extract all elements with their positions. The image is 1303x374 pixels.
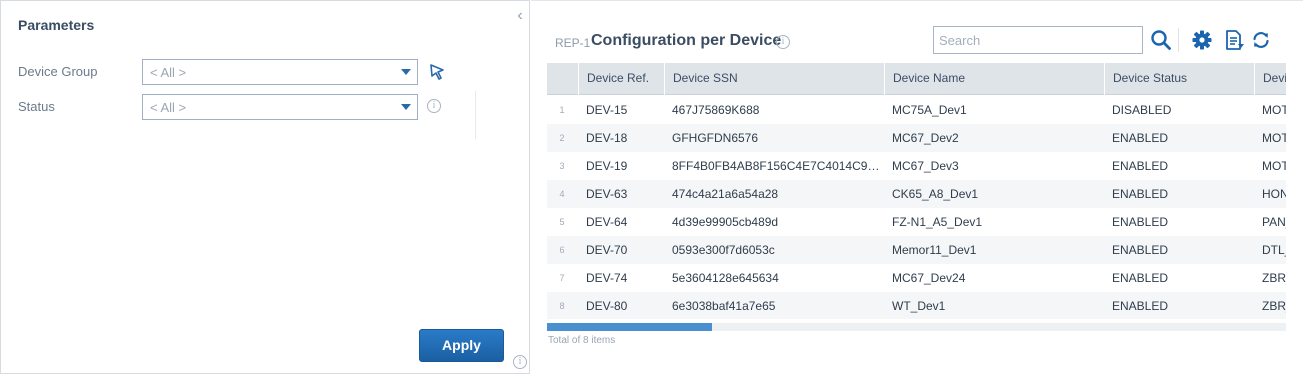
cell-device-ref: DEV-18 — [586, 131, 628, 145]
cell-device-status: ENABLED — [1112, 159, 1169, 173]
cell-device-ref: DEV-64 — [586, 215, 628, 229]
cell-device-extra: MOT — [1262, 131, 1286, 145]
table-row[interactable]: 4 DEV-63 474c4a21a6a54a28 CK65_A8_Dev1 E… — [547, 180, 1286, 208]
row-number: 6 — [559, 245, 565, 255]
device-group-value: < All > — [150, 65, 187, 80]
cell-device-name: Memor11_Dev1 — [892, 243, 977, 257]
report-panel: REP-1 Configuration per Device i Search … — [531, 0, 1303, 374]
cell-device-ssn: 467J75869K688 — [672, 103, 760, 117]
cell-device-status: ENABLED — [1112, 271, 1169, 285]
parameters-title: Parameters — [18, 17, 95, 33]
search-icon[interactable] — [1150, 29, 1172, 51]
table-row[interactable]: 3 DEV-19 8FF4B0FB4AB8F156C4E7C4014C98E..… — [547, 152, 1286, 180]
cell-device-name: MC67_Dev2 — [892, 131, 959, 145]
column-header-device-ssn[interactable]: Device SSN — [664, 63, 884, 95]
row-number-header — [547, 63, 578, 95]
cell-device-extra: ZBR_ — [1262, 299, 1286, 313]
table-row[interactable]: 7 DEV-74 5e3604128e645634 MC67_Dev24 ENA… — [547, 264, 1286, 292]
cell-device-ref: DEV-19 — [586, 159, 628, 173]
collapse-panel-button[interactable]: ‹ — [513, 7, 527, 25]
chevron-left-icon: ‹ — [517, 7, 523, 24]
divider — [475, 91, 476, 139]
cell-device-ssn: 8FF4B0FB4AB8F156C4E7C4014C98E... — [672, 159, 884, 173]
row-number: 8 — [559, 301, 565, 311]
cell-device-ssn: GFHGFDN6576 — [672, 131, 759, 145]
status-info-icon[interactable]: i — [427, 99, 441, 113]
cell-device-ssn: 474c4a21a6a54a28 — [672, 187, 779, 201]
refresh-icon[interactable] — [1250, 29, 1272, 51]
caret-down-icon — [399, 65, 413, 79]
help-info-icon[interactable]: i — [513, 355, 527, 369]
cell-device-name: FZ-N1_A5_Dev1 — [892, 215, 983, 229]
status-select[interactable]: < All > — [142, 94, 418, 120]
cell-device-name: MC67_Dev3 — [892, 159, 959, 173]
caret-down-icon — [399, 100, 413, 114]
parameters-panel: Parameters ‹ Device Group < All > Status… — [0, 0, 530, 374]
status-value: < All > — [150, 100, 187, 115]
table-row[interactable]: 1 DEV-15 467J75869K688 MC75A_Dev1 DISABL… — [547, 96, 1286, 124]
cell-device-ref: DEV-70 — [586, 243, 628, 257]
cell-device-ref: DEV-74 — [586, 271, 628, 285]
cell-device-ref: DEV-63 — [586, 187, 628, 201]
cell-device-extra: MOT — [1262, 159, 1286, 173]
column-header-device-status[interactable]: Device Status — [1104, 63, 1254, 95]
table-row[interactable]: 8 DEV-80 6e3038baf41a7e65 WT_Dev1 ENABLE… — [547, 292, 1286, 319]
table-row[interactable]: 5 DEV-64 4d39e99905cb489d FZ-N1_A5_Dev1 … — [547, 208, 1286, 236]
cell-device-extra: PAN_ — [1262, 215, 1286, 229]
export-document-icon[interactable] — [1223, 29, 1245, 51]
toolbar-separator — [1178, 28, 1179, 52]
cell-device-ssn: 4d39e99905cb489d — [672, 215, 779, 229]
cell-device-ssn: 5e3604128e645634 — [672, 271, 779, 285]
row-number: 2 — [559, 133, 565, 143]
row-number: 4 — [559, 189, 565, 199]
device-group-select[interactable]: < All > — [142, 59, 418, 85]
table-header: Device Ref. Device SSN Device Name Devic… — [547, 63, 1286, 95]
column-header-device-name[interactable]: Device Name — [884, 63, 1104, 95]
total-items-text: Total of 8 items — [548, 335, 616, 346]
row-number: 5 — [559, 217, 565, 227]
cell-device-status: ENABLED — [1112, 299, 1169, 313]
gear-icon[interactable] — [1191, 29, 1213, 51]
cell-device-ref: DEV-15 — [586, 103, 628, 117]
cell-device-extra: DTL_ — [1262, 243, 1286, 257]
cell-device-name: MC67_Dev24 — [892, 271, 966, 285]
table-row[interactable]: 2 DEV-18 GFHGFDN6576 MC67_Dev2 ENABLED M… — [547, 124, 1286, 152]
report-info-icon[interactable]: i — [776, 35, 790, 49]
cell-device-status: ENABLED — [1112, 187, 1169, 201]
column-header-device-extra[interactable]: Devi — [1254, 63, 1286, 95]
cell-device-extra: ZBR_ — [1262, 271, 1286, 285]
table-row[interactable]: 6 DEV-70 0593e300f7d6053c Memor11_Dev1 E… — [547, 236, 1286, 264]
cell-device-ref: DEV-80 — [586, 299, 628, 313]
cell-device-name: MC75A_Dev1 — [892, 103, 967, 117]
cell-device-name: CK65_A8_Dev1 — [892, 187, 979, 201]
cell-device-status: ENABLED — [1112, 243, 1169, 257]
report-title: Configuration per Device — [591, 32, 782, 49]
cell-device-extra: HON — [1262, 187, 1286, 201]
cell-device-status: ENABLED — [1112, 215, 1169, 229]
cell-device-status: DISABLED — [1112, 103, 1172, 117]
cell-device-name: WT_Dev1 — [892, 299, 946, 313]
device-table: Device Ref. Device SSN Device Name Devic… — [547, 63, 1286, 319]
column-header-device-ref[interactable]: Device Ref. — [578, 63, 664, 95]
cell-device-extra: MOT — [1262, 103, 1286, 117]
scrollbar-thumb[interactable] — [547, 323, 712, 331]
search-input[interactable] — [933, 26, 1143, 54]
row-number: 3 — [559, 161, 565, 171]
device-group-label: Device Group — [18, 64, 98, 79]
pointer-pin-icon[interactable] — [426, 62, 448, 82]
row-number: 7 — [559, 273, 565, 283]
horizontal-scrollbar[interactable] — [547, 323, 1286, 331]
row-number: 1 — [559, 105, 565, 115]
cell-device-status: ENABLED — [1112, 131, 1169, 145]
cell-device-ssn: 0593e300f7d6053c — [672, 243, 775, 257]
apply-button[interactable]: Apply — [419, 329, 504, 362]
cell-device-ssn: 6e3038baf41a7e65 — [672, 299, 776, 313]
report-tag: REP-1 — [555, 36, 591, 50]
status-label: Status — [18, 99, 55, 114]
